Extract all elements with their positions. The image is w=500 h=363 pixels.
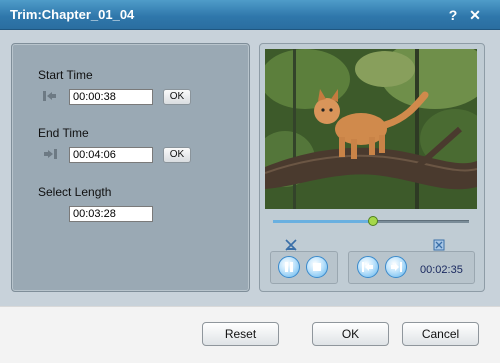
- close-button[interactable]: ✕: [465, 5, 485, 25]
- select-length-input[interactable]: [69, 206, 153, 222]
- playback-controls: [270, 251, 338, 284]
- end-time-ok-button[interactable]: OK: [163, 147, 191, 163]
- ok-button[interactable]: OK: [312, 322, 389, 346]
- reset-button[interactable]: Reset: [202, 322, 279, 346]
- start-marker-icon: [43, 91, 56, 101]
- timeline-playhead[interactable]: [367, 216, 378, 226]
- video-preview: [265, 49, 477, 209]
- dialog-body: Start Time OK End Time OK Select Length: [0, 30, 500, 306]
- elapsed-time: 00:02:35: [420, 264, 463, 276]
- trim-start-marker-icon[interactable]: [285, 239, 297, 251]
- set-end-button[interactable]: [385, 256, 407, 278]
- start-time-label: Start Time: [38, 68, 93, 82]
- dialog-footer: Reset OK Cancel: [0, 306, 500, 363]
- window-title: Trim:Chapter_01_04: [10, 7, 135, 22]
- timeline-progress: [273, 220, 373, 223]
- end-time-input[interactable]: [69, 147, 153, 163]
- set-start-icon: [362, 262, 373, 272]
- stop-icon: [313, 263, 321, 271]
- select-length-label: Select Length: [38, 185, 112, 199]
- title-bar: Trim:Chapter_01_04 ? ✕: [0, 0, 500, 30]
- pause-icon: [285, 262, 293, 272]
- start-time-ok-button[interactable]: OK: [163, 89, 191, 105]
- video-frame-image: [265, 49, 477, 209]
- trim-settings-panel: Start Time OK End Time OK Select Length: [11, 43, 250, 292]
- stop-button[interactable]: [306, 256, 328, 278]
- help-button[interactable]: ?: [443, 5, 463, 25]
- pause-button[interactable]: [278, 256, 300, 278]
- end-time-label: End Time: [38, 126, 89, 140]
- cancel-button[interactable]: Cancel: [402, 322, 479, 346]
- set-start-button[interactable]: [357, 256, 379, 278]
- set-end-icon: [391, 262, 402, 272]
- end-marker-icon: [44, 149, 57, 159]
- preview-panel: 00:02:35: [259, 43, 485, 292]
- start-time-input[interactable]: [69, 89, 153, 105]
- trim-end-marker-icon[interactable]: [433, 239, 445, 251]
